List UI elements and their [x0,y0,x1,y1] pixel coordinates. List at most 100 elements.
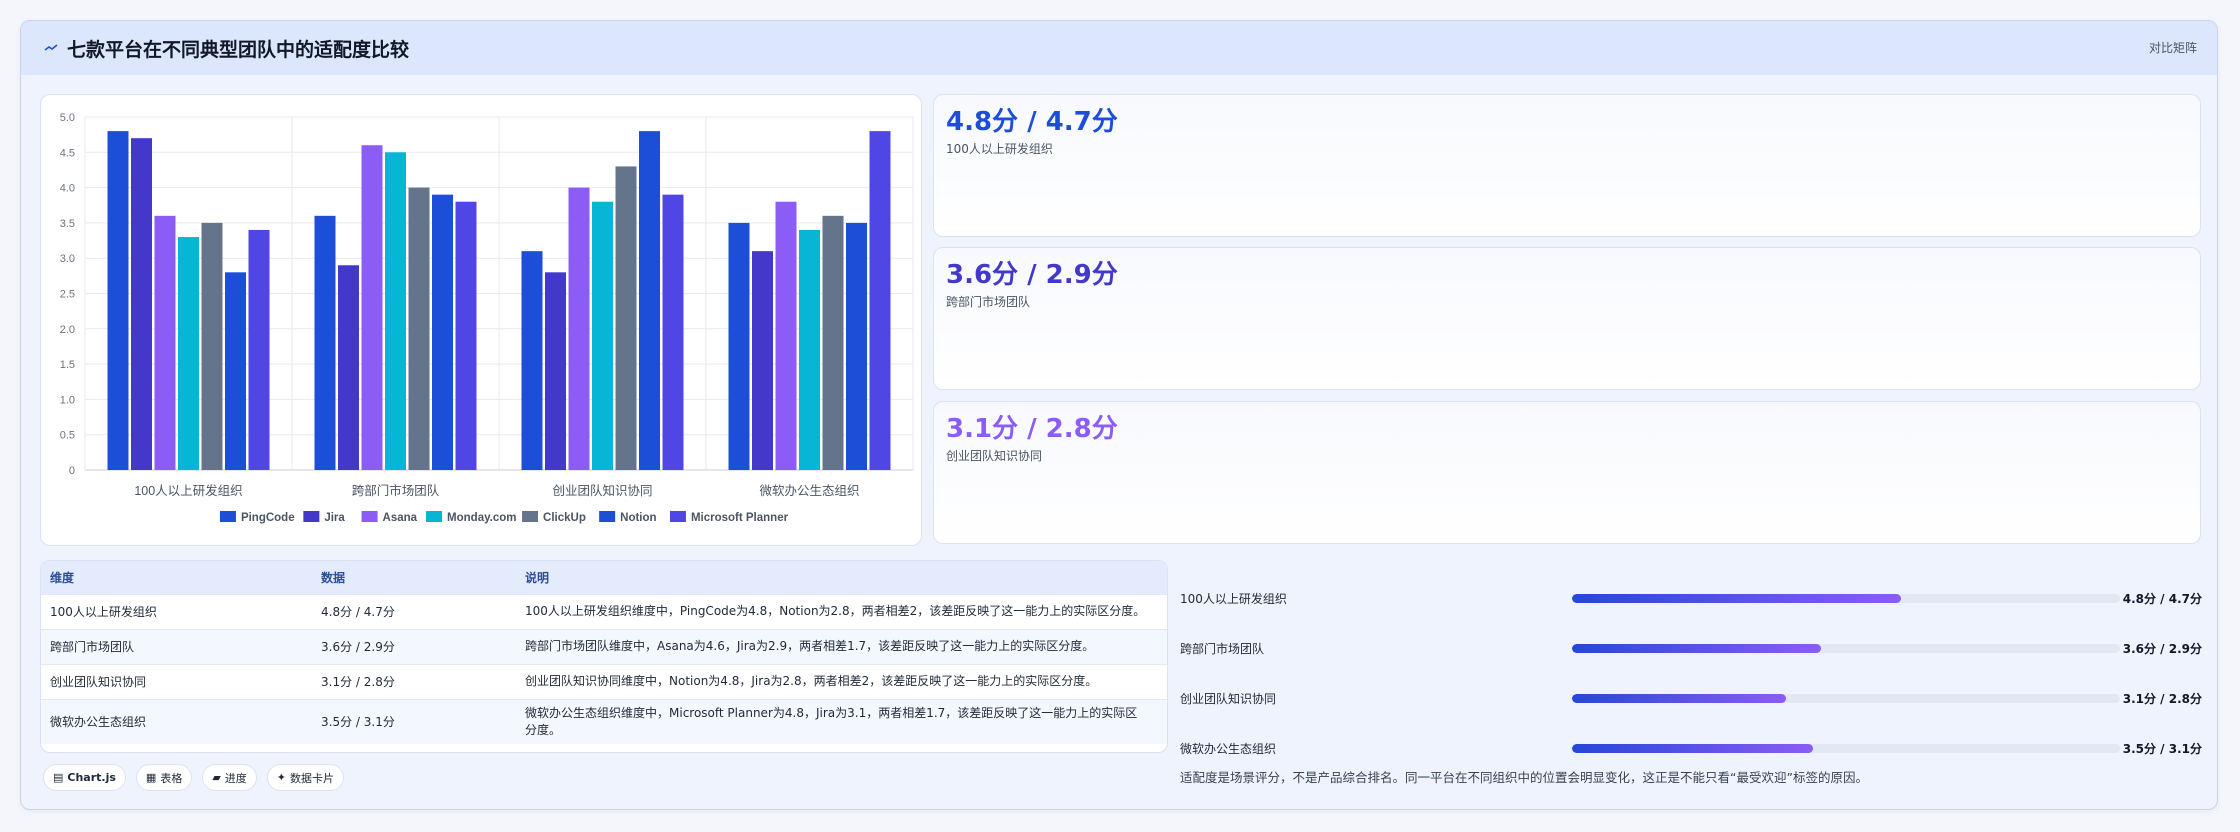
progress-track [1572,693,2120,703]
table-cell: 3.1分 / 2.8分 [312,663,516,699]
bar [338,265,359,470]
x-tick-label: 跨部门市场团队 [352,483,440,498]
progress-fill [1572,643,1822,653]
bar [662,194,684,470]
progress-label: 创业团队知识协同 [1180,691,1277,706]
table-row: 创业团队知识协同 3.1分 / 2.8分 创业团队知识协同维度中，Notion为… [41,663,1167,699]
bar [592,201,613,470]
chip-label: 进度 [224,771,247,785]
bar [752,251,773,470]
progress-track [1572,743,2120,753]
chip-data-card[interactable]: ✦ 数据卡片 [266,764,345,791]
table-cell: 100人以上研发组织维度中，PingCode为4.8，Notion为2.8，两者… [516,593,1167,629]
bar [408,187,430,470]
legend-label: ClickUp [543,512,586,524]
legend-swatch [522,511,539,522]
x-tick-label: 100人以上研发组织 [134,483,242,498]
legend-label: Jira [324,512,345,524]
legend-label: Asana [383,512,418,524]
legend-swatch [599,511,616,522]
bar [314,215,336,470]
bar [455,201,477,470]
stat-card-3: 3.1分 / 2.8分 创业团队知识协同 [933,401,2201,544]
comparison-panel: 七款平台在不同典型团队中的适配度比较 对比矩阵 5.0 4.5 4.0 3.5 3.0 2… [20,20,2218,810]
trend-icon [43,40,59,56]
bar [521,251,543,470]
bar-chart: 5.0 4.5 4.0 3.5 3.0 2.5 2.0 1.5 1.0 0.5 0 100人以上研发组… [60,112,914,524]
tag-chips: ▤ Chart.js ▦ 表格 ▰ 进度 ✦ 数据卡片 [43,764,345,791]
stat-value: 4.8分 / 4.7分 [946,107,1118,137]
legend-swatch [426,511,443,522]
progress-label: 跨部门市场团队 [1180,641,1265,656]
stat-card-2: 3.6分 / 2.9分 跨部门市场团队 [933,247,2201,390]
table-header-data: 数据 [312,561,516,594]
progress-value: 3.6分 / 2.9分 [2122,641,2202,656]
table-row: 100人以上研发组织 4.8分 / 4.7分 100人以上研发组织维度中，Pin… [41,593,1167,629]
bar [201,222,223,470]
table-cell: 跨部门市场团队 [41,628,312,664]
bar [154,215,176,470]
bar [432,194,453,470]
progress-fill [1572,593,1901,603]
progress-row: 创业团队知识协同 3.1分 / 2.8分 [1180,688,2202,708]
progress-value: 4.8分 / 4.7分 [2122,591,2202,606]
x-tick-label: 微软办公生态组织 [759,483,859,498]
progress-label: 微软办公生态组织 [1180,741,1277,756]
chip-label: Chart.js [67,771,116,784]
legend-label: Notion [620,512,656,524]
bar [775,201,797,470]
stat-label: 跨部门市场团队 [946,295,1031,309]
bar [545,272,566,470]
table-row: 微软办公生态组织 3.5分 / 3.1分 微软办公生态组织维度中，Microso… [41,698,1167,744]
y-tick-label: 4.0 [60,183,75,195]
chart-icon: ▤ [53,771,64,784]
bar [385,152,406,471]
x-tick-label: 创业团队知识协同 [552,483,652,498]
progress-fill [1572,693,1786,703]
table-cell: 跨部门市场团队维度中，Asana为4.6，Jira为2.9，两者相差1.7，该差… [516,628,1167,664]
stat-label: 100人以上研发组织 [946,142,1053,156]
y-tick-label: 0.5 [60,430,75,442]
table-cell: 创业团队知识协同 [41,663,312,699]
bar [822,215,844,470]
legend-label: Microsoft Planner [691,512,789,524]
progress-track [1572,593,2120,603]
legend-label: Monday.com [447,512,516,524]
legend-swatch [219,511,236,522]
chip-label: 数据卡片 [290,771,335,785]
panel-tag: 对比矩阵 [2148,41,2197,55]
data-table: 维度 数据 说明 100人以上研发组织 4.8分 / 4.7分 100人以上研发… [41,561,1167,744]
footnote: 适配度是场景评分，不是产品综合排名。同一平台在不同组织中的位置会明显变化，这正是… [1180,770,1868,785]
bar [728,222,750,470]
chip-table[interactable]: ▦ 表格 [135,764,193,791]
y-tick-label: 5.0 [60,112,75,124]
chip-progress[interactable]: ▰ 进度 [202,764,257,791]
bar [107,131,129,470]
y-tick-label: 2.5 [60,289,75,301]
table-cell: 微软办公生态组织维度中，Microsoft Planner为4.8，Jira为3… [516,698,1167,744]
table-cell: 3.5分 / 3.1分 [312,698,516,744]
progress-value: 3.5分 / 3.1分 [2122,741,2202,756]
bar [225,272,246,470]
y-tick-label: 2.0 [60,324,75,336]
stat-value: 3.1分 / 2.8分 [946,414,1118,444]
table-cell: 创业团队知识协同维度中，Notion为4.8，Jira为2.8，两者相差2，该差… [516,663,1167,699]
stat-value: 3.6分 / 2.9分 [946,260,1118,290]
bar [846,222,867,470]
table-icon: ▦ [145,771,157,784]
y-tick-label: 3.0 [60,253,75,265]
table-cell: 4.8分 / 4.7分 [312,593,516,629]
panel-header: 七款平台在不同典型团队中的适配度比较 对比矩阵 [21,21,2217,75]
legend-label: PingCode [241,512,295,524]
table-cell: 3.6分 / 2.9分 [312,628,516,664]
bar [248,229,270,470]
table-header-description: 说明 [516,561,1167,594]
legend-swatch [361,511,378,522]
bar [869,131,891,470]
progress-row: 微软办公生态组织 3.5分 / 3.1分 [1180,738,2202,758]
progress-row: 跨部门市场团队 3.6分 / 2.9分 [1180,638,2202,658]
progress-fill [1572,743,1814,753]
legend-swatch [669,511,686,522]
progress-label: 100人以上研发组织 [1180,591,1287,606]
chip-chartjs[interactable]: ▤ Chart.js [43,764,126,791]
